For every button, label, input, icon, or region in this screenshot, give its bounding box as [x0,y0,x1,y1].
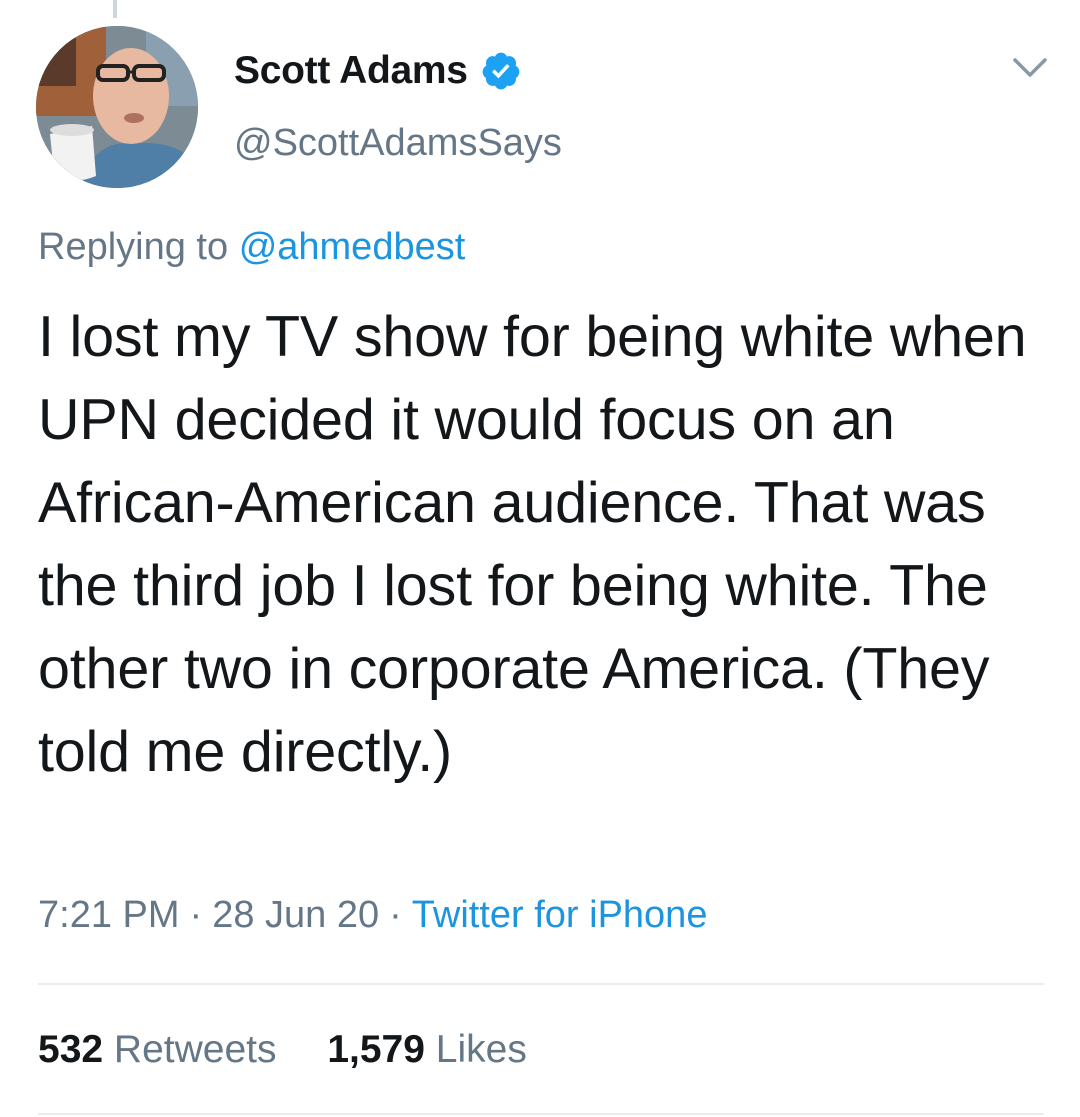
tweet-text: I lost my TV show for being white when U… [38,305,1027,784]
tweet-source-link[interactable]: Twitter for iPhone [412,894,708,936]
tweet-time[interactable]: 7:21 PM [38,894,180,936]
display-name[interactable]: Scott Adams [234,49,468,93]
verified-badge-icon [480,50,522,92]
retweets-stat[interactable]: 532 Retweets [38,1028,287,1071]
replying-to-label: Replying to [38,226,229,268]
divider [38,983,1044,985]
chevron-down-icon[interactable] [1012,56,1048,80]
tweet-stats: 532 Retweets 1,579 Likes [38,1028,567,1072]
likes-label: Likes [435,1028,527,1071]
replying-to: Replying to @ahmedbest [38,226,465,269]
profile-photo-icon [36,26,198,188]
author-name-row[interactable]: Scott Adams [234,46,522,96]
tweet-date[interactable]: 28 Jun 20 [212,894,379,936]
likes-stat[interactable]: 1,579 Likes [327,1028,527,1071]
replying-to-mention-link[interactable]: @ahmedbest [239,226,466,268]
author-handle[interactable]: @ScottAdamsSays [234,122,562,165]
divider [38,1113,1044,1115]
thread-connector-line [113,0,117,18]
avatar[interactable] [36,26,198,188]
tweet-meta: 7:21 PM · 28 Jun 20 · Twitter for iPhone [38,894,707,937]
meta-separator: · [189,894,203,936]
retweets-label: Retweets [113,1028,277,1071]
retweets-count: 532 [38,1028,104,1071]
meta-separator: · [389,894,402,936]
likes-count: 1,579 [327,1028,425,1071]
